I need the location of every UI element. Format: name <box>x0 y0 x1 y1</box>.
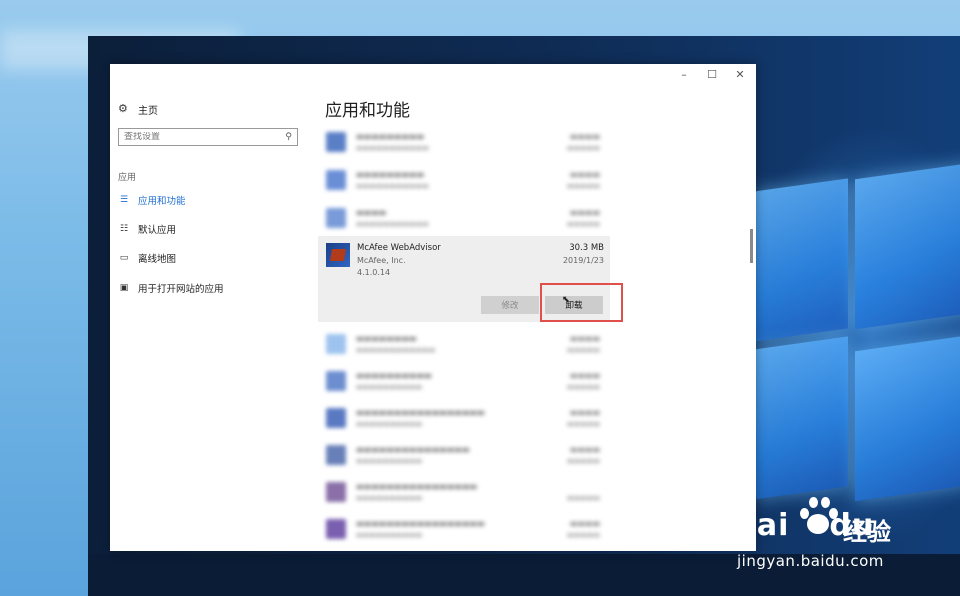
section-label-apps: 应用 <box>118 173 137 183</box>
app-name: McAfee WebAdvisor <box>357 243 441 253</box>
search-box[interactable]: ⚲ <box>118 128 298 146</box>
app-date: 2019/1/23 <box>562 256 604 265</box>
mouse-cursor-icon: ⬉ <box>562 295 570 305</box>
app-publisher: McAfee, Inc. <box>357 256 406 265</box>
baidu-paw-icon <box>796 494 838 536</box>
windows-logo <box>753 162 960 502</box>
search-input[interactable] <box>124 132 274 142</box>
apps-for-websites-icon: ▣ <box>119 283 129 293</box>
gear-icon: ⚙ <box>118 102 128 115</box>
list-item[interactable]: ▬▬▬▬ ▬▬▬▬▬▬▬▬▬▬▬ ▬▬▬▬ ▬▬▬▬▬ <box>318 202 610 236</box>
sidebar-item-label: 离线地图 <box>138 254 177 265</box>
sidebar-item-label: 用于打开网站的应用 <box>138 284 224 295</box>
highlight-box <box>540 283 623 322</box>
minimize-button[interactable]: – <box>670 67 698 83</box>
page-title: 应用和功能 <box>325 101 410 121</box>
home-label: 主页 <box>138 105 158 117</box>
list-item[interactable]: ▬▬▬▬▬▬▬▬▬▬▬▬▬▬▬▬▬▬▬▬ ▬▬▬▬▬▬▬▬▬ <box>318 365 610 399</box>
default-apps-icon: ☷ <box>119 224 129 234</box>
list-item[interactable]: ▬▬▬▬▬▬▬▬▬▬▬▬▬▬▬▬▬ ▬▬▬▬▬▬▬▬▬▬ ▬▬▬▬ ▬▬▬▬▬ <box>318 402 610 436</box>
apps-features-icon: ☰ <box>119 195 129 205</box>
offline-maps-icon: ▭ <box>119 253 129 263</box>
list-item[interactable]: ▬▬▬▬▬▬▬▬▬▬▬▬▬▬▬▬▬▬▬▬ ▬▬▬▬▬▬▬▬▬ <box>318 164 610 198</box>
list-item[interactable]: ▬▬▬▬▬▬▬▬▬▬▬▬▬▬▬ ▬▬▬▬▬▬▬▬▬▬ ▬▬▬▬ ▬▬▬▬▬ <box>318 439 610 473</box>
sidebar-item-label: 应用和功能 <box>138 196 186 207</box>
maximize-button[interactable]: ☐ <box>698 67 726 83</box>
close-button[interactable]: ✕ <box>726 67 754 83</box>
list-item[interactable]: ▬▬▬▬▬▬▬▬▬▬▬▬▬▬▬▬▬ ▬▬▬▬▬▬▬▬▬▬ ▬▬▬▬ ▬▬▬▬▬ <box>318 513 610 547</box>
list-item[interactable]: ▬▬▬▬▬▬▬▬▬▬▬▬▬▬▬▬▬▬▬▬ ▬▬▬▬▬▬▬▬▬ <box>318 126 610 160</box>
sidebar-item-offline-maps[interactable]: ▭ 离线地图 <box>118 250 176 266</box>
search-icon[interactable]: ⚲ <box>285 132 292 142</box>
home-link[interactable]: ⚙ 主页 <box>118 100 158 118</box>
mcafee-app-icon <box>326 243 350 267</box>
watermark-cn: 经验 <box>843 518 891 546</box>
app-list: ▬▬▬▬▬▬▬▬▬ ▬▬▬▬▬▬▬▬▬▬▬ ▬▬▬▬ ▬▬▬▬▬ ▬▬▬▬▬▬▬▬▬… <box>318 124 610 551</box>
baidu-watermark: Bai du 经验 jingyan.baidu.com <box>733 494 953 580</box>
title-bar: – ☐ ✕ <box>110 64 756 86</box>
watermark-url: jingyan.baidu.com <box>737 552 884 570</box>
sidebar-item-apps-features[interactable]: ☰ 应用和功能 <box>118 192 186 208</box>
sidebar-item-default-apps[interactable]: ☷ 默认应用 <box>118 221 176 237</box>
app-version: 4.1.0.14 <box>357 268 391 277</box>
sidebar-item-apps-for-websites[interactable]: ▣ 用于打开网站的应用 <box>118 280 224 296</box>
modify-button[interactable]: 修改 <box>481 296 539 314</box>
app-size: 30.3 MB <box>569 243 604 253</box>
list-item[interactable]: ▬▬▬▬▬▬▬▬▬▬▬▬▬▬▬▬ ▬▬▬▬▬▬▬▬▬▬ ▬▬▬▬▬ <box>318 476 610 510</box>
sidebar-item-label: 默认应用 <box>138 225 177 236</box>
scrollbar-thumb[interactable] <box>750 229 753 263</box>
settings-window: – ☐ ✕ ⚙ 主页 ⚲ 应用 ☰ 应用和功能 ☷ 默认应用 ▭ 离线地图 ▣ … <box>110 64 756 551</box>
list-item[interactable]: ▬▬▬▬▬▬▬▬▬▬▬▬▬▬▬▬▬▬▬▬ ▬▬▬▬▬▬▬▬▬ <box>318 328 610 362</box>
